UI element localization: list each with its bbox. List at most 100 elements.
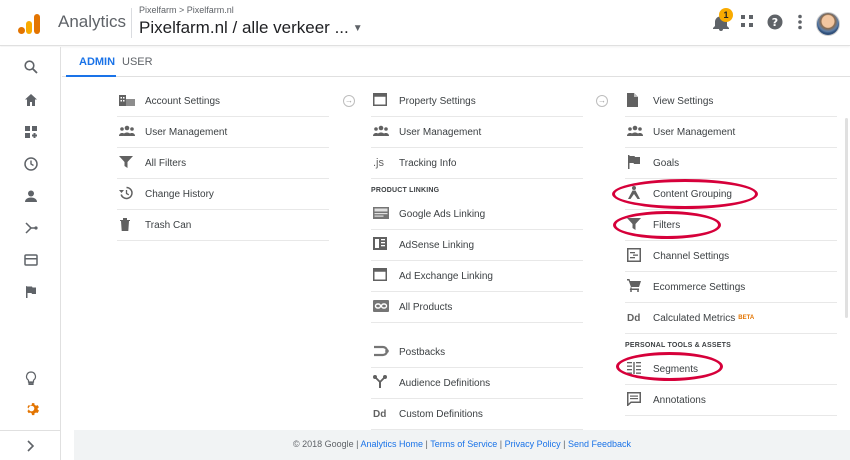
product-linking-section: PRODUCT LINKING [371, 187, 440, 194]
beta-badge: BETA [738, 315, 755, 321]
account-settings-label: Account Settings [145, 95, 221, 107]
people-icon [371, 125, 399, 140]
notifications-bell-icon[interactable]: 1 [711, 8, 733, 34]
custom-definitions-label: Custom Definitions [399, 408, 483, 420]
home-icon[interactable] [20, 91, 42, 113]
user-management-label: User Management [399, 126, 482, 138]
search-icon[interactable] [20, 58, 42, 80]
footer-separator: | [425, 439, 428, 449]
left-nav [0, 47, 61, 460]
ads-icon [371, 206, 399, 222]
all-filters-item[interactable]: All Filters [117, 148, 329, 179]
people-icon [625, 125, 653, 140]
annotations-item[interactable]: Annotations [625, 385, 837, 416]
channel-settings-item[interactable]: Channel Settings [625, 241, 837, 272]
all-products-item[interactable]: All Products [371, 292, 583, 323]
ecommerce-settings-label: Ecommerce Settings [653, 281, 746, 293]
trash-can-item[interactable]: Trash Can [117, 210, 329, 241]
ad-exchange-linking-label: Ad Exchange Linking [399, 270, 493, 282]
arrow-right-icon: → [343, 95, 355, 107]
tracking-info-item[interactable]: .js Tracking Info [371, 148, 583, 179]
discover-lightbulb-icon[interactable] [20, 369, 42, 391]
footer: © 2018 Google | Analytics Home | Terms o… [74, 430, 850, 460]
property-settings-label: Property Settings [399, 95, 476, 107]
more-vert-icon[interactable] [790, 14, 810, 34]
analytics-logo-icon[interactable] [18, 12, 42, 34]
audience-definitions-item[interactable]: Audience Definitions [371, 368, 583, 399]
change-history-item[interactable]: Change History [117, 179, 329, 210]
custom-definitions-item[interactable]: Dd Custom Definitions [371, 399, 583, 430]
tab-user[interactable]: USER [122, 56, 153, 68]
cart-icon [625, 279, 653, 295]
customization-icon[interactable] [20, 123, 42, 145]
change-history-label: Change History [145, 188, 214, 200]
link-icon [371, 299, 399, 315]
footer-separator: | [499, 439, 503, 449]
audience-definitions-label: Audience Definitions [399, 377, 491, 389]
property-settings-item[interactable]: Property Settings [371, 86, 583, 117]
tracking-info-label: Tracking Info [399, 157, 457, 169]
trash-can-label: Trash Can [145, 219, 192, 231]
acquisition-icon[interactable] [20, 219, 42, 241]
conversions-flag-icon[interactable] [20, 283, 42, 305]
header-divider [131, 8, 132, 38]
account-user-management-item[interactable]: User Management [117, 117, 329, 148]
ad-exchange-linking-item[interactable]: Ad Exchange Linking [371, 261, 583, 292]
adsense-linking-label: AdSense Linking [399, 239, 475, 251]
postbacks-item[interactable]: Postbacks [371, 337, 583, 368]
send-feedback-link[interactable]: Send Feedback [568, 439, 631, 449]
svg-text:?: ? [772, 16, 778, 29]
admin-gear-icon[interactable] [20, 400, 42, 422]
adsense-linking-item[interactable]: AdSense Linking [371, 230, 583, 261]
channel-settings-label: Channel Settings [653, 250, 730, 262]
nav-separator [0, 430, 61, 431]
people-icon [117, 125, 145, 140]
highlight-content-grouping [612, 179, 758, 209]
footer-separator: | [563, 439, 566, 449]
annotation-icon [625, 391, 653, 409]
admin-user-tabs: ADMIN USER [62, 47, 850, 77]
trash-icon [117, 217, 145, 234]
help-icon[interactable]: ? [765, 14, 785, 34]
calc-metric-icon: Dd [627, 312, 641, 324]
account-column: Account Settings User Management All Fil… [117, 86, 329, 241]
breadcrumb[interactable]: Pixelfarm > Pixelfarm.nl [139, 5, 234, 15]
annotations-label: Annotations [653, 394, 706, 406]
view-user-management-item[interactable]: User Management [625, 117, 837, 148]
realtime-clock-icon[interactable] [20, 155, 42, 177]
active-tab-indicator [66, 75, 116, 77]
user-avatar[interactable] [816, 12, 840, 36]
account-settings-item[interactable]: Account Settings [117, 86, 329, 117]
google-ads-linking-item[interactable]: Google Ads Linking [371, 199, 583, 230]
view-settings-item[interactable]: View Settings [625, 86, 837, 117]
tab-admin[interactable]: ADMIN [79, 56, 115, 68]
filter-icon [117, 155, 145, 171]
goals-item[interactable]: Goals [625, 148, 837, 179]
user-management-label: User Management [145, 126, 228, 138]
arrow-right-icon: → [596, 95, 608, 107]
all-products-label: All Products [399, 301, 453, 313]
calculated-metrics-item[interactable]: Dd Calculated Metrics BETA [625, 303, 837, 334]
view-selector[interactable]: Pixelfarm.nl / alle verkeer ... ▼ [139, 18, 363, 38]
window-icon [371, 93, 399, 109]
privacy-policy-link[interactable]: Privacy Policy [505, 439, 561, 449]
audience-icon [371, 375, 399, 391]
behavior-icon[interactable] [20, 251, 42, 273]
ecommerce-settings-item[interactable]: Ecommerce Settings [625, 272, 837, 303]
view-name: Pixelfarm.nl / alle verkeer ... [139, 18, 349, 37]
notification-count-badge: 1 [719, 8, 733, 22]
apps-grid-icon[interactable] [737, 14, 757, 34]
property-user-management-item[interactable]: User Management [371, 117, 583, 148]
analytics-home-link[interactable]: Analytics Home [360, 439, 423, 449]
scrollbar[interactable] [845, 118, 848, 318]
history-icon [117, 186, 145, 203]
audience-person-icon[interactable] [20, 187, 42, 209]
channel-icon [625, 247, 653, 265]
personal-tools-section: PERSONAL TOOLS & ASSETS [625, 342, 731, 349]
terms-of-service-link[interactable]: Terms of Service [430, 439, 497, 449]
adsense-icon [371, 237, 399, 253]
app-title: Analytics [58, 12, 127, 31]
flag-icon [625, 154, 653, 172]
expand-chevron-icon[interactable] [20, 436, 42, 458]
view-settings-label: View Settings [653, 95, 714, 107]
